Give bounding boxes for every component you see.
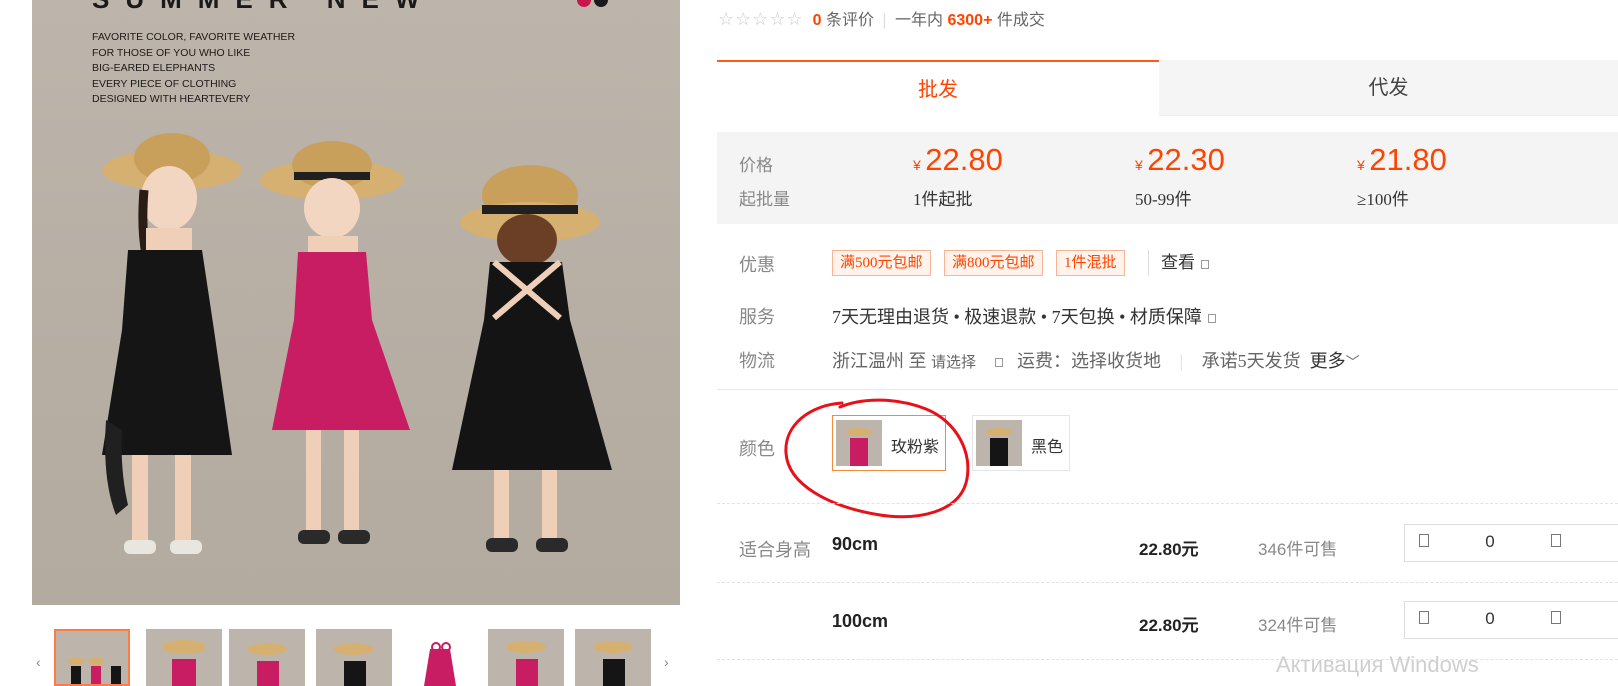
tier-price: 21.80: [1369, 142, 1447, 177]
shipping-fee: 运费：选择收货地: [1017, 351, 1162, 371]
promo-tag[interactable]: 满500元包邮: [832, 250, 931, 276]
annotation-circle: [784, 398, 970, 519]
plus-button[interactable]: [1551, 534, 1561, 547]
service-text: 7天无理由退货 • 极速退款 • 7天包换 • 材质保障: [832, 307, 1202, 327]
info-icon: [1207, 314, 1216, 324]
thumbnail[interactable]: [488, 629, 564, 686]
year-prefix: 一年内: [895, 12, 944, 29]
promo-label: 优惠: [739, 255, 775, 275]
rating-summary: ☆☆☆☆☆ 0 条评价 | 一年内 6300+ 件成交: [718, 9, 1045, 29]
currency-symbol: ¥: [913, 157, 921, 173]
service-guarantees[interactable]: 7天无理由退货 • 极速退款 • 7天包换 • 材质保障: [832, 303, 1216, 329]
minus-button[interactable]: [1419, 534, 1429, 547]
ship-promise: 承诺5天发货: [1201, 351, 1301, 371]
color-thumbnail: [976, 420, 1022, 466]
logistics-row: 浙江温州 至 请选择 运费：选择收货地 | 承诺5天发货 更多﹀: [832, 351, 1360, 371]
tab-wholesale[interactable]: 批发: [717, 60, 1159, 116]
tier-moq: ≥100件: [1357, 190, 1409, 209]
size-value: 90cm: [832, 534, 879, 554]
color-label: 颜色: [739, 439, 775, 459]
view-promotions-link[interactable]: 查看: [1148, 250, 1209, 276]
arrow-icon: [1201, 259, 1209, 269]
thumbnail[interactable]: [316, 629, 392, 686]
currency-symbol: ¥: [1357, 157, 1365, 173]
section-divider: [717, 503, 1618, 504]
to-label: 至: [908, 351, 927, 371]
windows-activation-watermark: Активация Windows: [1276, 652, 1479, 677]
color-option[interactable]: 黑色: [972, 415, 1070, 471]
thumbnail[interactable]: [146, 629, 222, 686]
size-stock: 324件可售: [1258, 616, 1338, 635]
price-label: 价格: [739, 156, 773, 175]
size-price: 22.80元: [1139, 616, 1199, 635]
price-tier: ¥ 22.30: [1135, 142, 1225, 178]
color-name: 黑色: [1031, 439, 1064, 456]
plus-button[interactable]: [1551, 611, 1561, 624]
tier-moq: 50-99件: [1135, 190, 1192, 209]
dropdown-icon[interactable]: [994, 358, 1003, 368]
thumbnail-strip: ‹ ›: [32, 629, 682, 686]
quantity-input[interactable]: 0: [1475, 609, 1505, 629]
child-black-left: [102, 133, 242, 554]
quantity-input[interactable]: 0: [1475, 532, 1505, 552]
row-divider: [717, 659, 1618, 660]
more-link[interactable]: 更多: [1310, 351, 1346, 371]
origin-city: 浙江温州: [832, 351, 904, 371]
purchase-mode-tabs: 批发 代发: [717, 60, 1618, 116]
thumbnail[interactable]: [402, 629, 478, 686]
size-value: 100cm: [832, 611, 889, 631]
price-tiers-box: 价格 起批量 ¥ 22.80 1件起批 ¥ 22.30 50-99件 ¥ 21.…: [717, 132, 1618, 224]
service-label: 服务: [739, 307, 775, 327]
chevron-right-icon[interactable]: ›: [664, 654, 669, 670]
quantity-stepper: 0: [1404, 524, 1618, 562]
thumbnail[interactable]: [229, 629, 305, 686]
tier-moq: 1件起批: [913, 190, 973, 209]
child-pink-middle: [260, 141, 410, 544]
promo-tag[interactable]: 满800元包邮: [944, 250, 1043, 276]
price-tier: ¥ 21.80: [1357, 142, 1447, 178]
destination-select[interactable]: 请选择: [931, 355, 976, 371]
deal-count-label: 件成交: [996, 12, 1045, 29]
thumbnail[interactable]: [575, 629, 651, 686]
size-price: 22.80元: [1139, 540, 1199, 559]
thumbnail[interactable]: [54, 629, 130, 686]
row-divider: [717, 582, 1618, 583]
size-label: 适合身高: [739, 540, 811, 560]
review-count[interactable]: 0: [813, 12, 822, 29]
chevron-left-icon[interactable]: ‹: [36, 654, 41, 670]
chevron-down-icon[interactable]: ﹀: [1346, 356, 1360, 371]
tier-price: 22.30: [1147, 142, 1225, 177]
review-count-label[interactable]: 条评价: [826, 12, 874, 29]
quantity-stepper: 0: [1404, 601, 1618, 639]
view-label: 查看: [1161, 253, 1195, 272]
child-black-right: [452, 165, 612, 552]
tier-price: 22.80: [925, 142, 1003, 177]
currency-symbol: ¥: [1135, 157, 1143, 173]
deal-count: 6300+: [947, 12, 993, 29]
tab-dropship[interactable]: 代发: [1159, 60, 1618, 116]
moq-label: 起批量: [739, 190, 790, 209]
size-stock: 346件可售: [1258, 540, 1338, 559]
star-rating-icon: ☆☆☆☆☆: [718, 9, 804, 29]
price-tier: ¥ 22.80: [913, 142, 1003, 178]
section-divider: [717, 389, 1618, 390]
promo-tag[interactable]: 1件混批: [1056, 250, 1125, 276]
minus-button[interactable]: [1419, 611, 1429, 624]
children-illustration: [102, 133, 612, 554]
main-product-image[interactable]: SUMMER NEW FAVORITE COLOR, FAVORITE WEAT…: [32, 0, 680, 605]
logistics-label: 物流: [739, 351, 775, 371]
